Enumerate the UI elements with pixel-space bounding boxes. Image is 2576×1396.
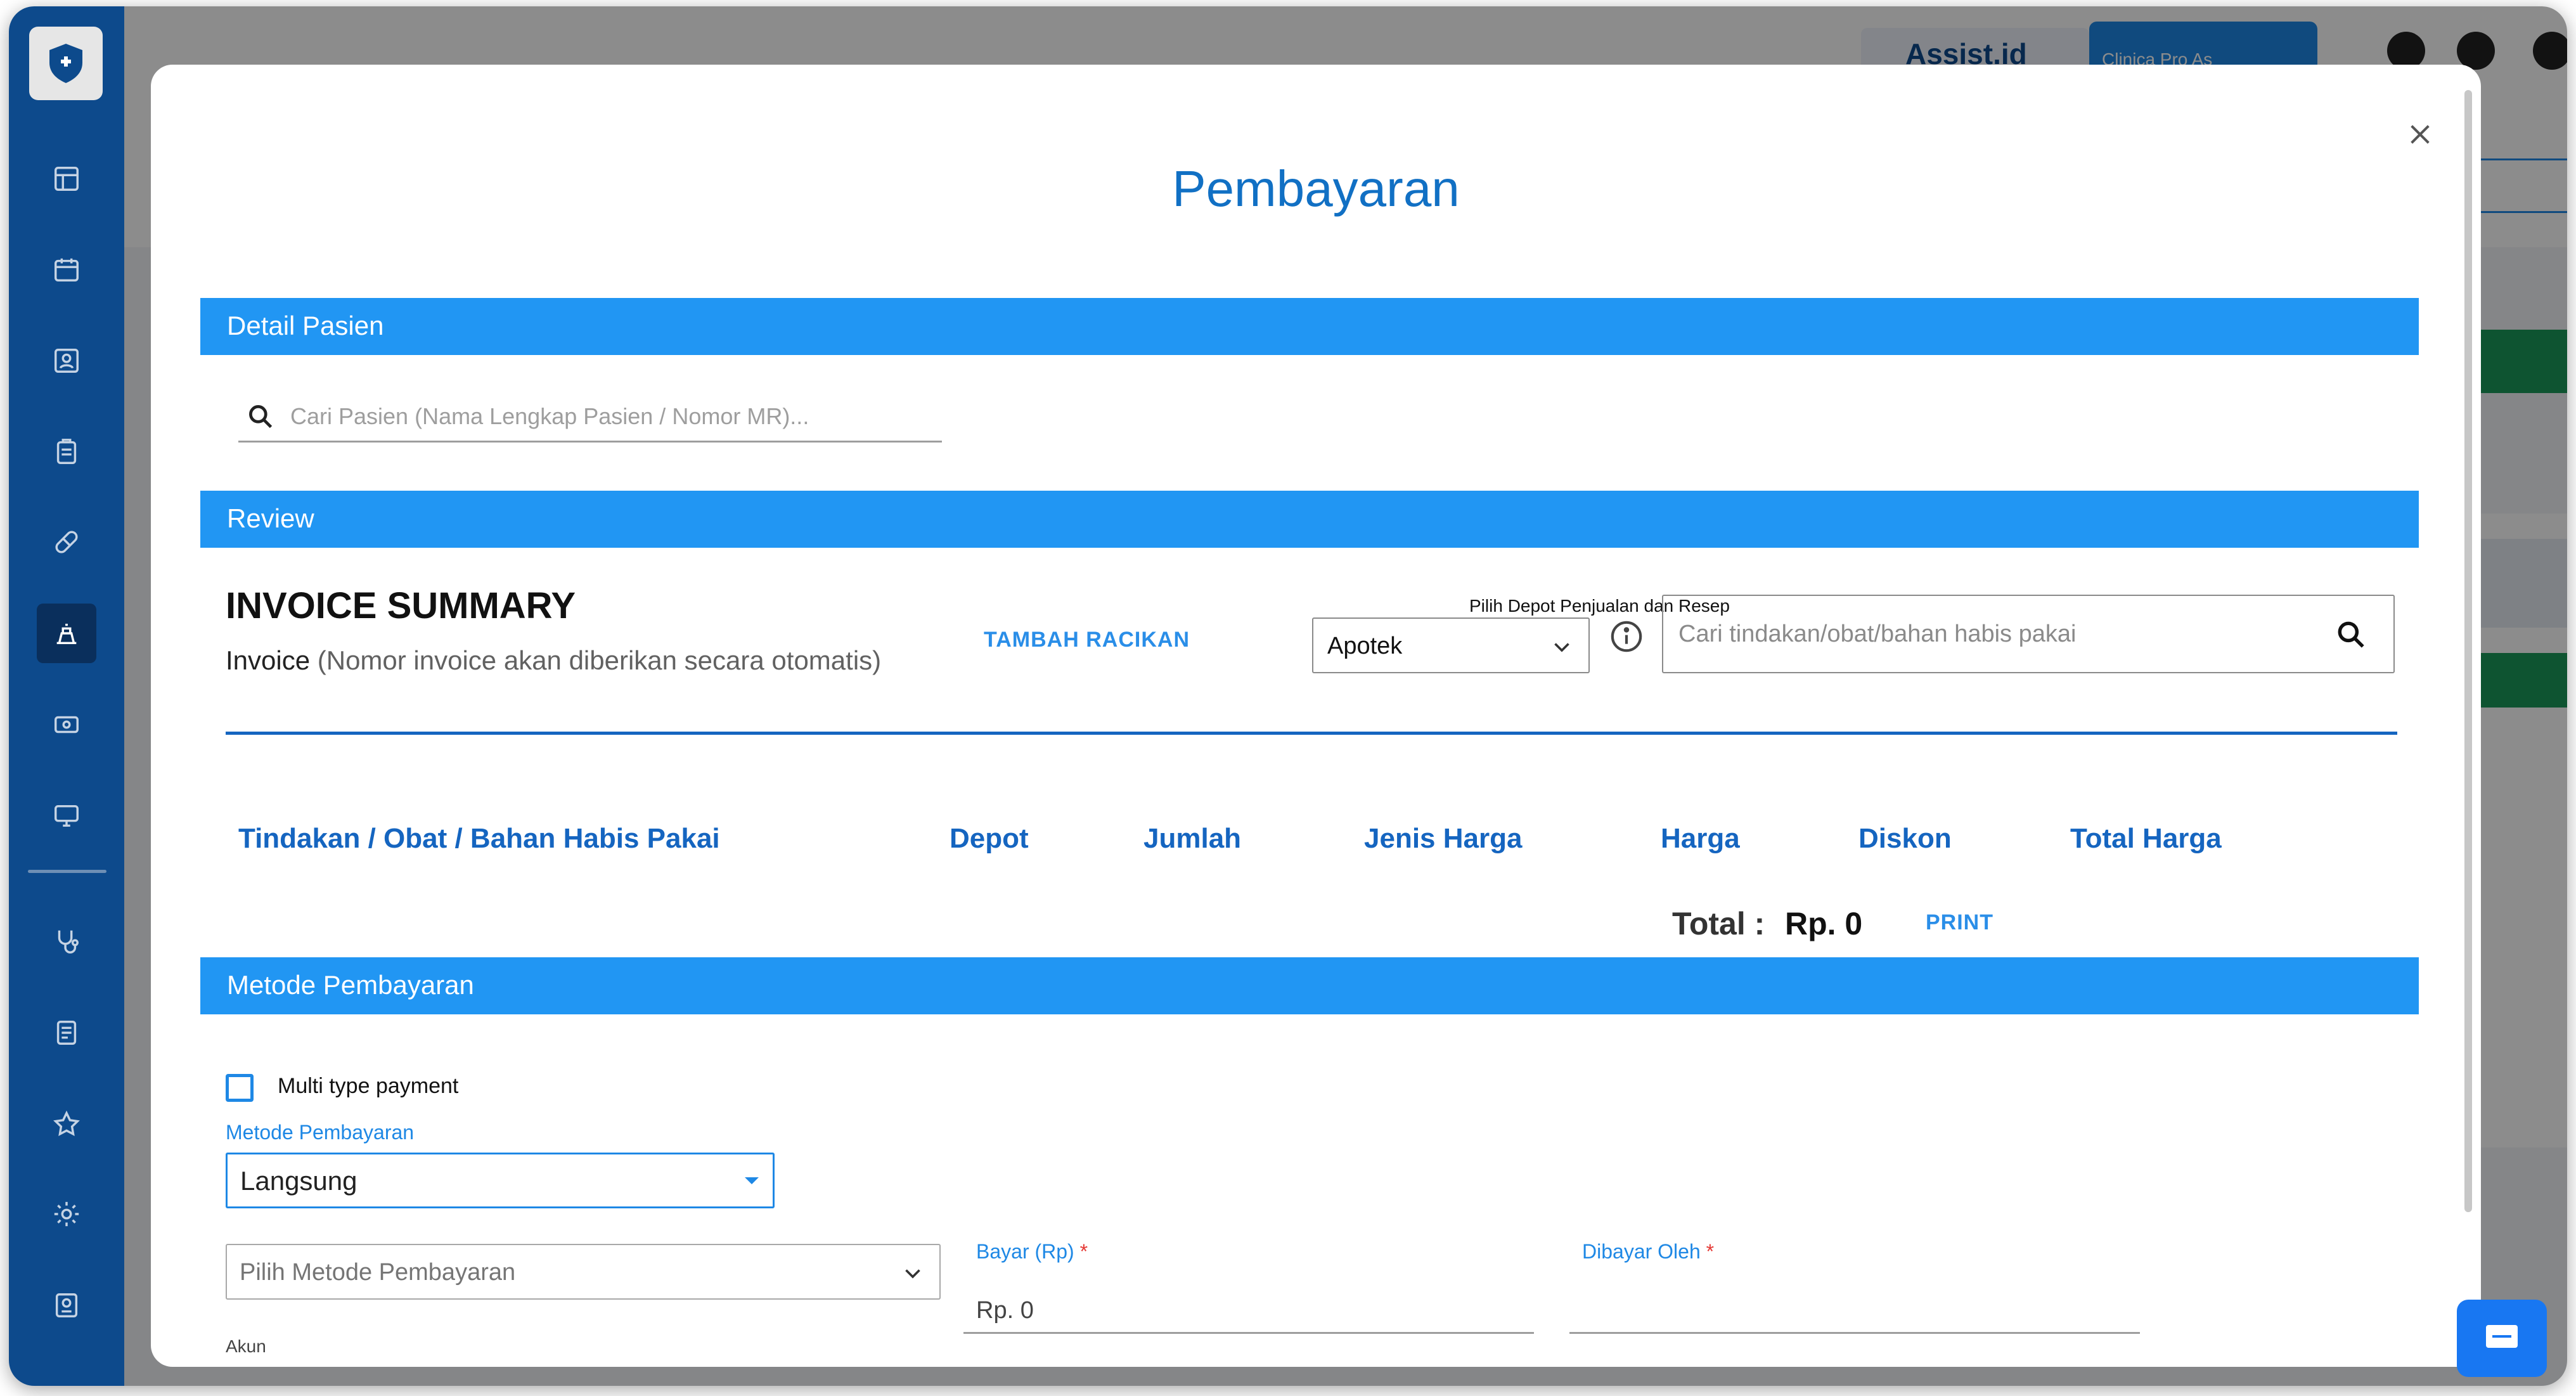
column-header-total-harga: Total Harga	[2070, 823, 2222, 854]
bayar-label-text: Bayar (Rp)	[976, 1240, 1074, 1263]
app-logo[interactable]	[29, 27, 103, 100]
multi-type-payment-label[interactable]: Multi type payment	[278, 1074, 458, 1099]
app-window: Assist.id Clinica Pro As s >| Pembayaran…	[9, 6, 2567, 1386]
metode-pembayaran-select[interactable]: Langsung	[226, 1153, 775, 1208]
column-header-diskon: Diskon	[1858, 823, 1952, 854]
sidebar-divider	[28, 870, 106, 873]
item-search-input[interactable]	[1678, 620, 2338, 648]
close-button[interactable]	[2395, 109, 2445, 160]
chat-icon	[2486, 1325, 2518, 1348]
column-header-tindakan: Tindakan / Obat / Bahan Habis Pakai	[238, 823, 720, 854]
section-detail-pasien: Detail Pasien	[200, 298, 2419, 355]
dropdown-arrow-icon	[745, 1177, 759, 1184]
sidebar-item-report[interactable]	[37, 1003, 96, 1063]
sidebar-item-cashier[interactable]	[37, 604, 96, 663]
sidebar-item-medicine[interactable]	[37, 512, 96, 572]
patient-search[interactable]	[238, 392, 942, 443]
total-label: Total :	[1672, 906, 1765, 941]
search-icon[interactable]	[2335, 619, 2367, 654]
item-search[interactable]	[1662, 595, 2395, 673]
cashier-icon	[56, 623, 77, 645]
chevron-down-icon	[1550, 635, 1573, 664]
stethoscope-icon	[58, 930, 79, 953]
id-badge-icon	[55, 1293, 78, 1317]
clipboard-icon	[56, 439, 77, 464]
section-metode-pembayaran: Metode Pembayaran	[200, 957, 2419, 1014]
bayar-input[interactable]: Rp. 0	[963, 1281, 1534, 1334]
document-icon	[56, 1021, 77, 1045]
gear-icon	[54, 1201, 79, 1227]
patient-card-icon	[55, 349, 79, 373]
pill-icon	[55, 531, 78, 553]
sidebar-item-settings[interactable]	[37, 1184, 96, 1244]
chat-button[interactable]	[2457, 1300, 2547, 1377]
sidebar-item-monitor[interactable]	[37, 786, 96, 846]
patient-search-input[interactable]	[283, 403, 917, 430]
dashboard-icon	[55, 167, 79, 191]
sidebar-item-account[interactable]	[37, 1276, 96, 1335]
print-button[interactable]: PRINT	[1926, 910, 1993, 935]
column-header-jumlah: Jumlah	[1143, 823, 1242, 854]
table-divider	[226, 732, 2397, 735]
sidebar-item-billing[interactable]	[37, 695, 96, 754]
depot-select[interactable]: Apotek	[1312, 617, 1590, 673]
calendar-icon	[55, 258, 79, 281]
sidebar-item-clipboard[interactable]	[37, 422, 96, 482]
invoice-note: (Nomor invoice akan diberikan secara oto…	[317, 645, 882, 675]
bayar-label: Bayar (Rp) *	[976, 1240, 1088, 1264]
invoice-label: Invoice	[226, 645, 311, 675]
sidebar-item-calendar[interactable]	[37, 240, 96, 299]
tambah-racikan-button[interactable]: TAMBAH RACIKAN	[984, 628, 1190, 652]
sidebar-item-doctor[interactable]	[37, 912, 96, 971]
sidebar-item-patient[interactable]	[37, 331, 96, 391]
modal-title: Pembayaran	[1172, 160, 1460, 217]
sidebar-item-favorite[interactable]	[37, 1094, 96, 1154]
required-mark: *	[1079, 1240, 1088, 1263]
total-value: Rp. 0	[1785, 906, 1863, 941]
pilih-metode-placeholder: Pilih Metode Pembayaran	[240, 1259, 516, 1286]
column-header-jenis-harga: Jenis Harga	[1364, 823, 1523, 854]
monitor-icon	[55, 805, 79, 827]
section-review: Review	[200, 491, 2419, 548]
dibayar-oleh-label-text: Dibayar Oleh	[1582, 1240, 1701, 1263]
column-header-harga: Harga	[1661, 823, 1740, 854]
sidebar-item-dashboard[interactable]	[37, 149, 96, 209]
pilih-metode-select[interactable]: Pilih Metode Pembayaran	[226, 1244, 941, 1300]
invoice-number-text: Invoice (Nomor invoice akan diberikan se…	[226, 645, 881, 676]
akun-label: Akun	[226, 1336, 266, 1356]
metode-pembayaran-label: Metode Pembayaran	[226, 1121, 415, 1144]
depot-value: Apotek	[1327, 633, 1403, 659]
shield-logo-icon	[49, 44, 82, 83]
close-icon	[2411, 125, 2430, 144]
dibayar-oleh-label: Dibayar Oleh *	[1582, 1240, 1714, 1264]
dibayar-oleh-input[interactable]	[1569, 1281, 2140, 1334]
metode-pembayaran-value: Langsung	[240, 1166, 357, 1196]
sidebar	[9, 6, 124, 1386]
multi-type-payment-checkbox[interactable]	[226, 1074, 254, 1102]
invoice-summary-title: INVOICE SUMMARY	[226, 585, 576, 626]
money-icon	[55, 716, 79, 734]
info-icon[interactable]	[1609, 619, 1644, 657]
required-mark: *	[1706, 1240, 1715, 1263]
column-header-depot: Depot	[950, 823, 1029, 854]
search-icon	[238, 403, 283, 430]
modal-scrollbar[interactable]	[2464, 90, 2472, 1212]
star-icon	[53, 1110, 80, 1137]
payment-modal: Pembayaran Detail Pasien Review INVOICE …	[151, 65, 2481, 1367]
chevron-down-icon	[901, 1262, 924, 1291]
